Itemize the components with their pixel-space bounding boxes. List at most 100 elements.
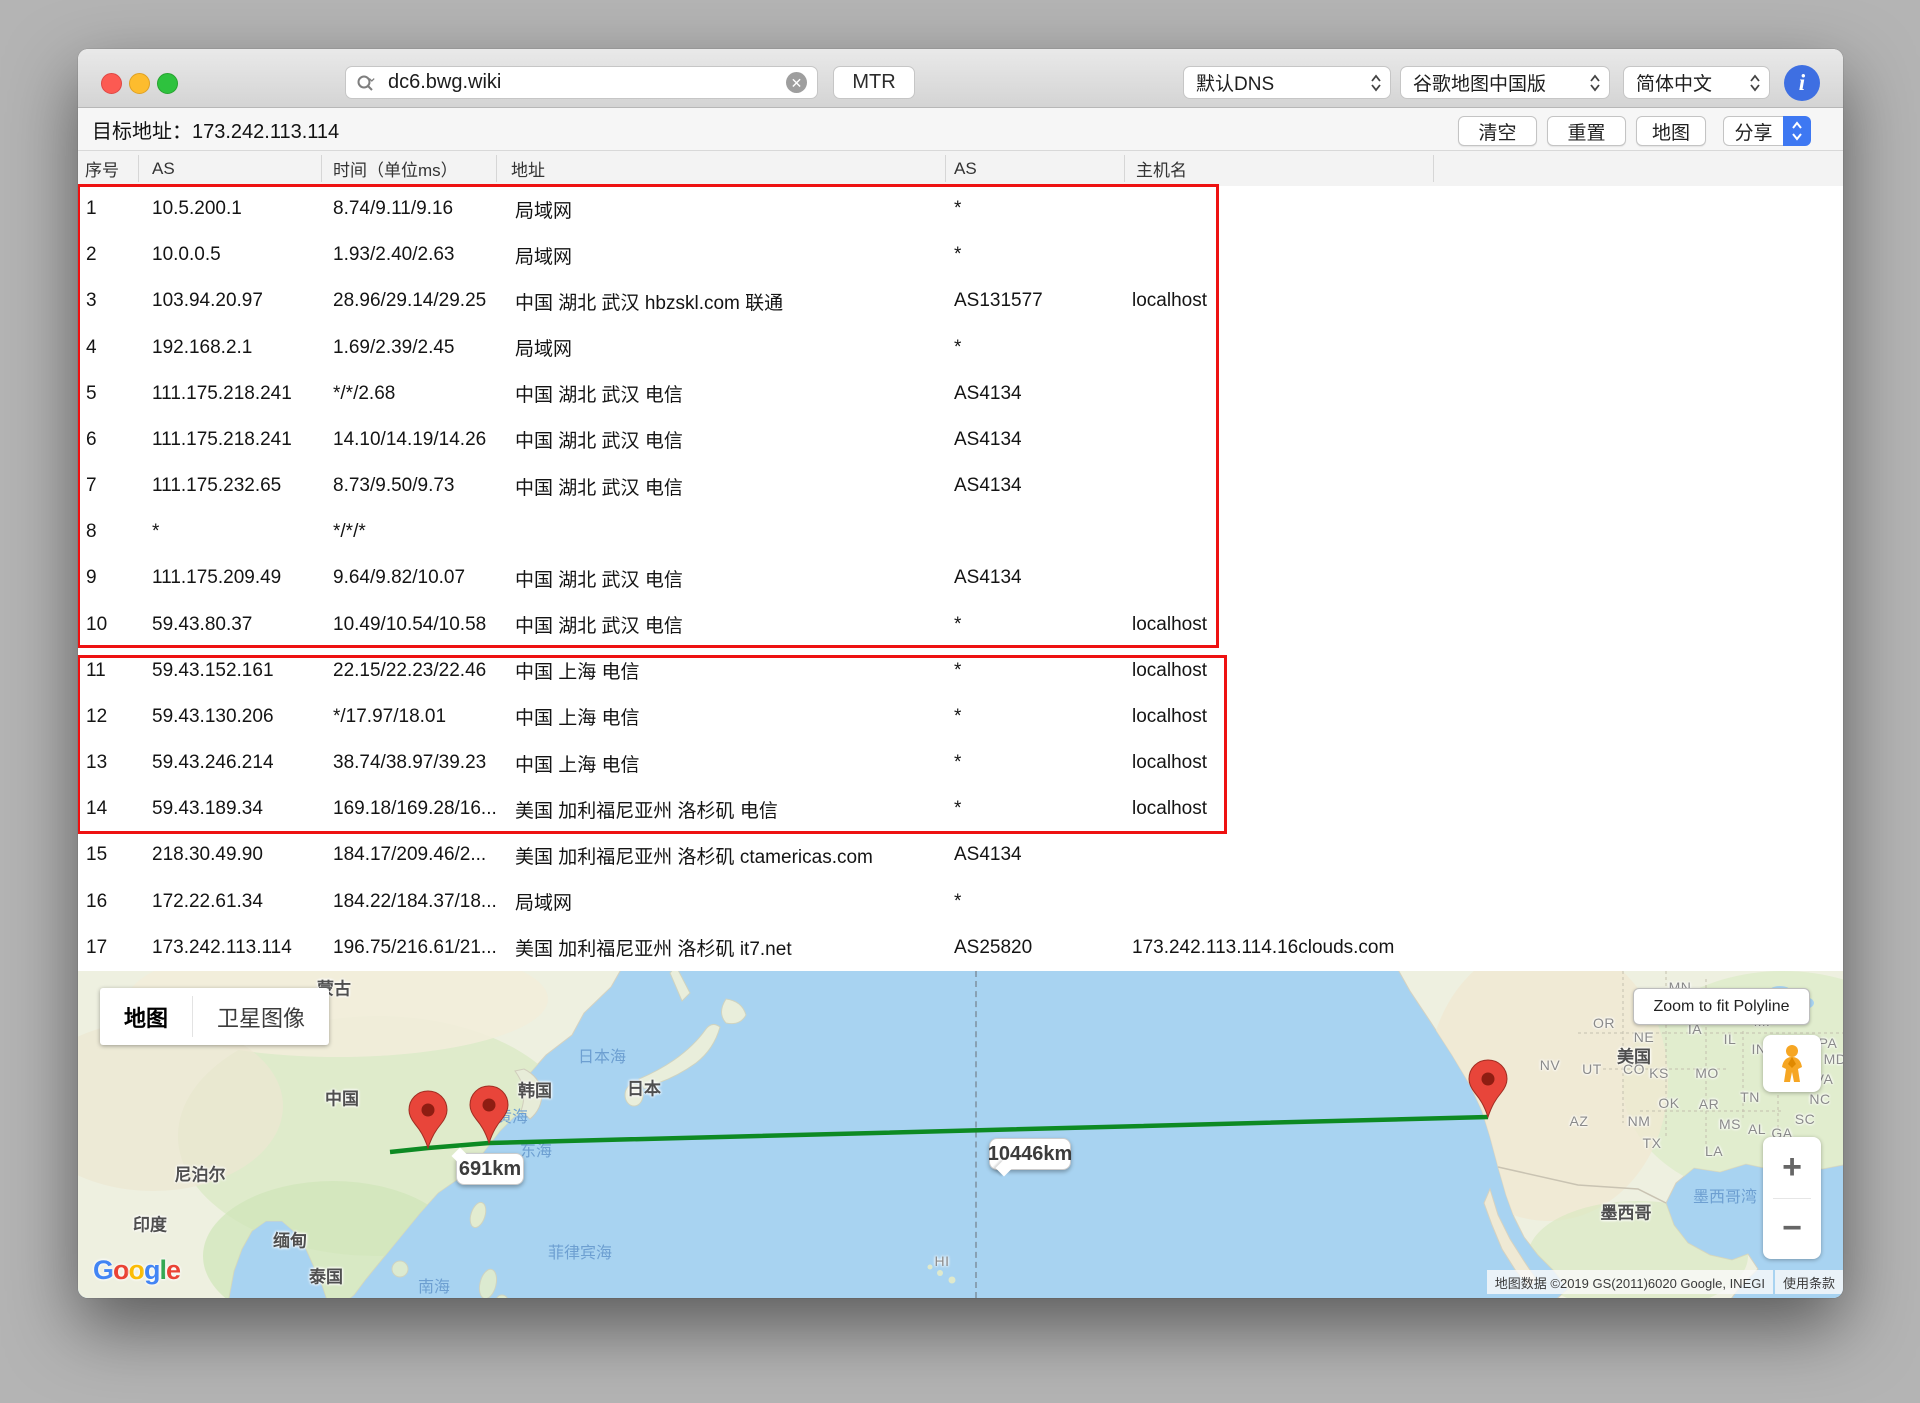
cell-address: 美国 加利福尼亚州 洛杉矶 电信 <box>515 786 778 832</box>
table-row[interactable]: 9 111.175.209.49 9.64/9.82/10.07 中国 湖北 武… <box>78 555 1843 601</box>
language-select[interactable]: 简体中文 <box>1623 66 1770 99</box>
cell-asn: AS4134 <box>954 555 1022 601</box>
share-button[interactable]: 分享 <box>1723 116 1783 146</box>
mtr-button[interactable]: MTR <box>833 66 915 99</box>
zoom-button[interactable] <box>157 73 178 94</box>
cell-asn: AS131577 <box>954 278 1043 324</box>
clear-search-icon[interactable]: ✕ <box>786 72 807 93</box>
map-attribution: 地图数据 ©2019 GS(2011)6020 Google, INEGI 使用… <box>1487 1270 1843 1294</box>
table-body: 1 10.5.200.1 8.74/9.11/9.16 局域网 * 2 10.0… <box>78 186 1843 972</box>
table-row[interactable]: 2 10.0.0.5 1.93/2.40/2.63 局域网 * <box>78 232 1843 278</box>
cell-as-ip: 173.242.113.114 <box>152 925 292 971</box>
cell-index: 8 <box>86 509 97 555</box>
table-row[interactable]: 5 111.175.218.241 */*/2.68 中国 湖北 武汉 电信 A… <box>78 371 1843 417</box>
cell-hostname: localhost <box>1132 602 1207 648</box>
cell-asn: * <box>954 786 961 832</box>
col-header-hostname[interactable]: 主机名 <box>1136 151 1187 186</box>
col-header-address[interactable]: 地址 <box>511 151 545 186</box>
table-row[interactable]: 11 59.43.152.161 22.15/22.23/22.46 中国 上海… <box>78 648 1843 694</box>
map-panel[interactable]: 691km 10446km 地图 卫星图像 Zoom to fit Polyli… <box>78 971 1843 1298</box>
table-row[interactable]: 14 59.43.189.34 169.18/169.28/16... 美国 加… <box>78 786 1843 832</box>
dns-select-value: 默认DNS <box>1196 69 1274 96</box>
map-type-control: 地图 卫星图像 <box>100 988 329 1045</box>
search-icon <box>356 74 380 92</box>
column-divider <box>496 155 497 182</box>
close-button[interactable] <box>101 73 122 94</box>
cell-index: 12 <box>86 694 107 740</box>
cell-asn: AS4134 <box>954 832 1022 878</box>
table-row[interactable]: 3 103.94.20.97 28.96/29.14/29.25 中国 湖北 武… <box>78 278 1843 324</box>
cell-time: 38.74/38.97/39.23 <box>333 740 486 786</box>
table-row[interactable]: 10 59.43.80.37 10.49/10.54/10.58 中国 湖北 武… <box>78 602 1843 648</box>
dns-select[interactable]: 默认DNS <box>1183 66 1391 99</box>
cell-as-ip: * <box>152 509 159 555</box>
table-row[interactable]: 1 10.5.200.1 8.74/9.11/9.16 局域网 * <box>78 186 1843 232</box>
table-row[interactable]: 17 173.242.113.114 196.75/216.61/21... 美… <box>78 925 1843 971</box>
table-row[interactable]: 13 59.43.246.214 38.74/38.97/39.23 中国 上海… <box>78 740 1843 786</box>
map-button[interactable]: 地图 <box>1636 116 1706 146</box>
cell-as-ip: 59.43.152.161 <box>152 648 274 694</box>
cell-time: */17.97/18.01 <box>333 694 446 740</box>
table-row[interactable]: 6 111.175.218.241 14.10/14.19/14.26 中国 湖… <box>78 417 1843 463</box>
table-row[interactable]: 8 * */*/* <box>78 509 1843 555</box>
cell-time: 1.93/2.40/2.63 <box>333 232 455 278</box>
table-header: 序号 AS 时间（单位ms） 地址 AS 主机名 <box>78 151 1843 187</box>
cell-as-ip: 10.0.0.5 <box>152 232 221 278</box>
cell-hostname: localhost <box>1132 648 1207 694</box>
clear-button[interactable]: 清空 <box>1458 116 1537 146</box>
table-row[interactable]: 15 218.30.49.90 184.17/209.46/2... 美国 加利… <box>78 832 1843 878</box>
cell-asn: * <box>954 325 961 371</box>
map-tab[interactable]: 地图 <box>100 988 192 1045</box>
cell-time: 8.73/9.50/9.73 <box>333 463 455 509</box>
cell-as-ip: 192.168.2.1 <box>152 325 252 371</box>
column-divider <box>321 155 322 182</box>
table-row[interactable]: 4 192.168.2.1 1.69/2.39/2.45 局域网 * <box>78 325 1843 371</box>
cell-time: 14.10/14.19/14.26 <box>333 417 486 463</box>
cell-time: 9.64/9.82/10.07 <box>333 555 465 601</box>
minimize-button[interactable] <box>129 73 150 94</box>
pegman-control[interactable] <box>1763 1035 1821 1092</box>
cell-time: 8.74/9.11/9.16 <box>333 186 453 232</box>
google-logo[interactable]: Google <box>93 1255 180 1286</box>
cell-index: 4 <box>86 325 97 371</box>
table-row[interactable]: 7 111.175.232.65 8.73/9.50/9.73 中国 湖北 武汉… <box>78 463 1843 509</box>
cell-address: 中国 湖北 武汉 电信 <box>515 371 683 417</box>
col-header-as-ip[interactable]: AS <box>152 151 175 186</box>
cell-address: 中国 上海 电信 <box>515 694 640 740</box>
cell-hostname: localhost <box>1132 278 1207 324</box>
reset-button[interactable]: 重置 <box>1547 116 1626 146</box>
table-row[interactable]: 16 172.22.61.34 184.22/184.37/18... 局域网 … <box>78 879 1843 925</box>
table-row[interactable]: 12 59.43.130.206 */17.97/18.01 中国 上海 电信 … <box>78 694 1843 740</box>
cell-time: 1.69/2.39/2.45 <box>333 325 455 371</box>
map-provider-select[interactable]: 谷歌地图中国版 <box>1400 66 1610 99</box>
zoom-to-fit-button[interactable]: Zoom to fit Polyline <box>1633 988 1810 1025</box>
distance-label-691km: 691km <box>456 1153 524 1185</box>
col-header-time[interactable]: 时间（单位ms） <box>333 151 458 186</box>
share-stepper[interactable] <box>1783 116 1811 146</box>
route-polyline <box>390 1117 1488 1152</box>
cell-time: 22.15/22.23/22.46 <box>333 648 486 694</box>
cell-address: 中国 湖北 武汉 电信 <box>515 555 683 601</box>
zoom-out-button[interactable]: − <box>1763 1199 1821 1260</box>
satellite-tab[interactable]: 卫星图像 <box>193 988 329 1045</box>
cell-address: 中国 湖北 武汉 hbzskl.com 联通 <box>515 278 783 324</box>
terms-link[interactable]: 使用条款 <box>1775 1270 1843 1294</box>
cell-asn: AS4134 <box>954 371 1022 417</box>
info-button[interactable]: i <box>1784 65 1820 101</box>
cell-as-ip: 59.43.189.34 <box>152 786 263 832</box>
cell-asn: AS4134 <box>954 463 1022 509</box>
cell-as-ip: 111.175.232.65 <box>152 463 281 509</box>
cell-time: 184.17/209.46/2... <box>333 832 486 878</box>
cell-index: 1 <box>86 186 97 232</box>
cell-index: 6 <box>86 417 97 463</box>
cell-index: 5 <box>86 371 97 417</box>
cell-index: 10 <box>86 602 107 648</box>
col-header-index[interactable]: 序号 <box>85 151 119 186</box>
cell-index: 9 <box>86 555 97 601</box>
col-header-asn[interactable]: AS <box>954 151 977 186</box>
column-divider <box>1124 155 1125 182</box>
zoom-in-button[interactable]: + <box>1763 1137 1821 1198</box>
cell-asn: * <box>954 879 961 925</box>
app-window: dc6.bwg.wiki ✕ MTR 默认DNS 谷歌地图中国版 简体中文 i … <box>78 49 1843 1298</box>
host-search-input[interactable]: dc6.bwg.wiki ✕ <box>345 66 818 99</box>
